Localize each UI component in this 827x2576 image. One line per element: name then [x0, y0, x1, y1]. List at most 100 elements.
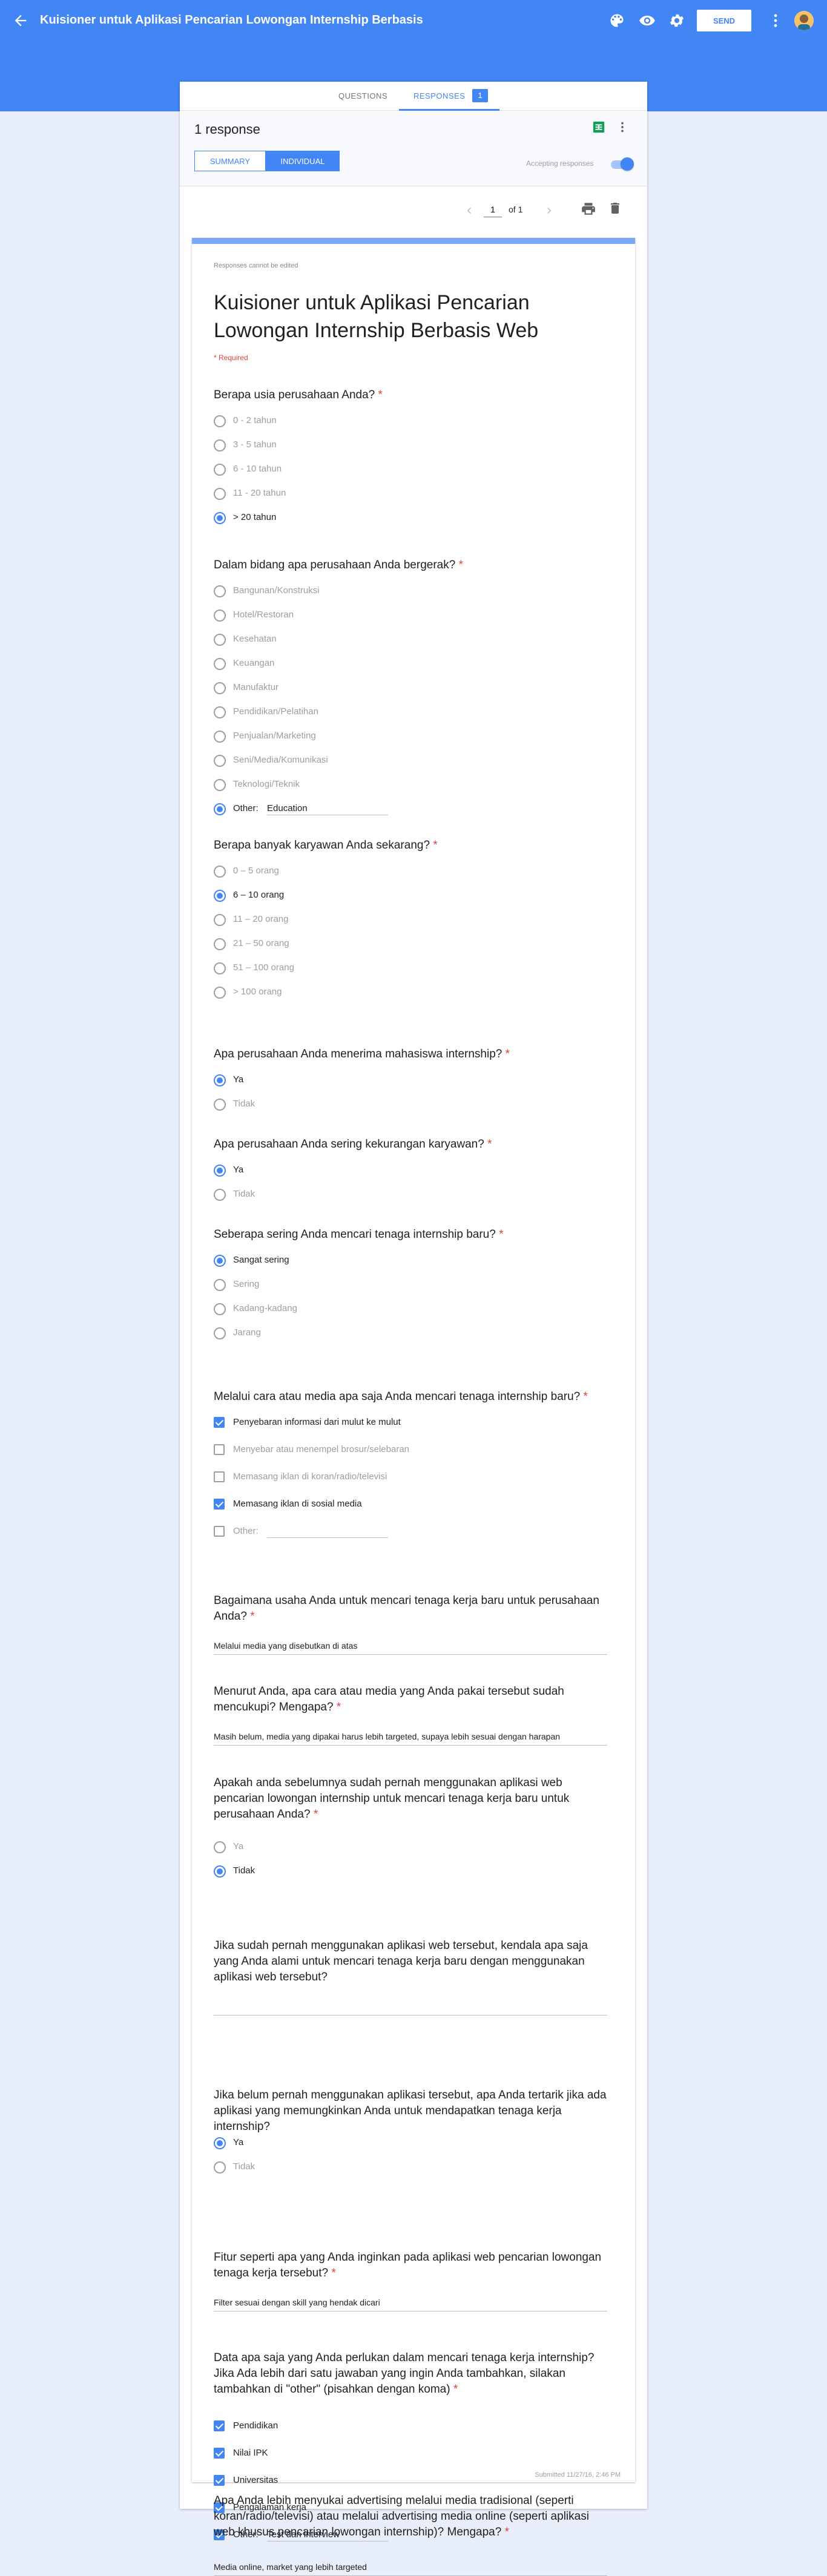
radio-option[interactable]: Kesehatan — [214, 632, 577, 648]
checkbox-option[interactable]: Pendidikan — [214, 2419, 577, 2434]
radio-button[interactable] — [214, 890, 226, 902]
page-number-input[interactable] — [484, 202, 502, 217]
preview-eye-icon[interactable] — [639, 12, 656, 29]
toggle-knob[interactable] — [621, 157, 634, 171]
radio-button[interactable] — [214, 512, 226, 524]
radio-button[interactable] — [214, 987, 226, 999]
other-option[interactable]: Other: — [214, 1524, 577, 1540]
radio-option[interactable]: Tidak — [214, 2160, 577, 2175]
radio-button[interactable] — [214, 731, 226, 743]
checkbox[interactable] — [214, 2420, 225, 2431]
tab-responses[interactable]: RESPONSES — [414, 91, 465, 100]
next-response-icon[interactable] — [543, 205, 555, 217]
radio-button[interactable] — [214, 658, 226, 670]
checkbox-option[interactable]: Menyebar atau menempel brosur/selebaran — [214, 1442, 577, 1458]
settings-gear-icon[interactable] — [668, 12, 685, 29]
tab-questions[interactable]: QUESTIONS — [338, 91, 387, 100]
radio-button[interactable] — [214, 1099, 226, 1111]
radio-button[interactable] — [214, 1165, 226, 1177]
radio-button[interactable] — [214, 2161, 226, 2174]
other-option[interactable]: Other: Education — [214, 801, 577, 817]
radio-option[interactable]: Bangunan/Konstruksi — [214, 583, 577, 599]
checkbox[interactable] — [214, 1526, 225, 1537]
radio-button[interactable] — [214, 866, 226, 878]
radio-option[interactable]: > 100 orang — [214, 985, 577, 1000]
radio-button[interactable] — [214, 682, 226, 694]
radio-option[interactable]: Hotel/Restoran — [214, 608, 577, 623]
delete-trash-icon[interactable] — [608, 201, 622, 215]
radio-option[interactable]: Keuangan — [214, 656, 577, 672]
radio-button[interactable] — [214, 706, 226, 718]
radio-option[interactable]: 11 - 20 tahun — [214, 486, 577, 502]
radio-option[interactable]: Sering — [214, 1277, 577, 1293]
radio-option[interactable]: Jarang — [214, 1326, 577, 1341]
radio-option[interactable]: Ya — [214, 1163, 577, 1178]
radio-button[interactable] — [214, 938, 226, 950]
radio-option[interactable]: Ya — [214, 1839, 577, 1855]
checkbox[interactable] — [214, 1471, 225, 1482]
palette-icon[interactable] — [608, 12, 625, 29]
responses-more-icon[interactable] — [616, 120, 629, 134]
radio-option[interactable]: 21 – 50 orang — [214, 936, 577, 952]
radio-button[interactable] — [214, 803, 226, 815]
radio-option[interactable]: Sangat sering — [214, 1253, 577, 1269]
radio-option[interactable]: Tidak — [214, 1187, 577, 1203]
more-vert-icon[interactable] — [767, 12, 784, 29]
prev-response-icon[interactable] — [463, 205, 475, 217]
checkbox[interactable] — [214, 1444, 225, 1455]
send-button[interactable]: SEND — [697, 10, 751, 31]
back-arrow-icon[interactable] — [12, 12, 29, 29]
radio-button[interactable] — [214, 439, 226, 452]
radio-button[interactable] — [214, 1279, 226, 1291]
checkbox[interactable] — [214, 1499, 225, 1510]
radio-button[interactable] — [214, 1255, 226, 1267]
radio-button[interactable] — [214, 1303, 226, 1315]
radio-button[interactable] — [214, 464, 226, 476]
radio-option[interactable]: Pendidikan/Pelatihan — [214, 705, 577, 720]
checkbox-option[interactable]: Nilai IPK — [214, 2446, 577, 2462]
checkbox[interactable] — [214, 2448, 225, 2459]
radio-option[interactable]: 6 - 10 tahun — [214, 462, 577, 478]
radio-button[interactable] — [214, 755, 226, 767]
radio-button[interactable] — [214, 962, 226, 974]
checkbox-option[interactable]: Memasang iklan di koran/radio/televisi — [214, 1470, 577, 1485]
radio-option[interactable]: Kadang-kadang — [214, 1301, 577, 1317]
radio-button[interactable] — [214, 914, 226, 926]
checkbox-option[interactable]: Penyebaran informasi dari mulut ke mulut — [214, 1415, 577, 1431]
radio-option[interactable]: Ya — [214, 2135, 577, 2151]
radio-option[interactable]: Ya — [214, 1073, 577, 1088]
checkbox-option[interactable]: Universitas — [214, 2473, 577, 2489]
radio-button[interactable] — [214, 1865, 226, 1878]
radio-option[interactable]: 0 - 2 tahun — [214, 413, 577, 429]
radio-button[interactable] — [214, 488, 226, 500]
sheets-icon[interactable] — [592, 120, 605, 134]
checkbox[interactable] — [214, 1417, 225, 1428]
radio-button[interactable] — [214, 1327, 226, 1339]
individual-toggle-button[interactable]: INDIVIDUAL — [266, 151, 340, 171]
print-icon[interactable] — [581, 201, 596, 217]
radio-option[interactable]: 6 – 10 orang — [214, 888, 577, 904]
radio-option[interactable]: Seni/Media/Komunikasi — [214, 753, 577, 769]
radio-button[interactable] — [214, 585, 226, 597]
radio-button[interactable] — [214, 1189, 226, 1201]
user-avatar[interactable] — [794, 11, 814, 30]
radio-button[interactable] — [214, 1841, 226, 1853]
radio-button[interactable] — [214, 779, 226, 791]
radio-option[interactable]: 0 – 5 orang — [214, 864, 577, 879]
checkbox-option[interactable]: Memasang iklan di sosial media — [214, 1497, 577, 1513]
radio-button[interactable] — [214, 415, 226, 427]
radio-option[interactable]: Teknologi/Teknik — [214, 777, 577, 793]
radio-option[interactable]: Tidak — [214, 1864, 577, 1879]
radio-button[interactable] — [214, 634, 226, 646]
radio-option[interactable]: 51 – 100 orang — [214, 961, 577, 976]
radio-option[interactable]: Tidak — [214, 1097, 577, 1112]
radio-option[interactable]: > 20 tahun — [214, 510, 577, 526]
radio-option[interactable]: 11 – 20 orang — [214, 912, 577, 928]
radio-option[interactable]: Manufaktur — [214, 680, 577, 696]
radio-button[interactable] — [214, 1074, 226, 1086]
radio-option[interactable]: 3 - 5 tahun — [214, 438, 577, 453]
radio-button[interactable] — [214, 2137, 226, 2149]
radio-option[interactable]: Penjualan/Marketing — [214, 729, 577, 744]
radio-button[interactable] — [214, 610, 226, 622]
checkbox[interactable] — [214, 2475, 225, 2486]
